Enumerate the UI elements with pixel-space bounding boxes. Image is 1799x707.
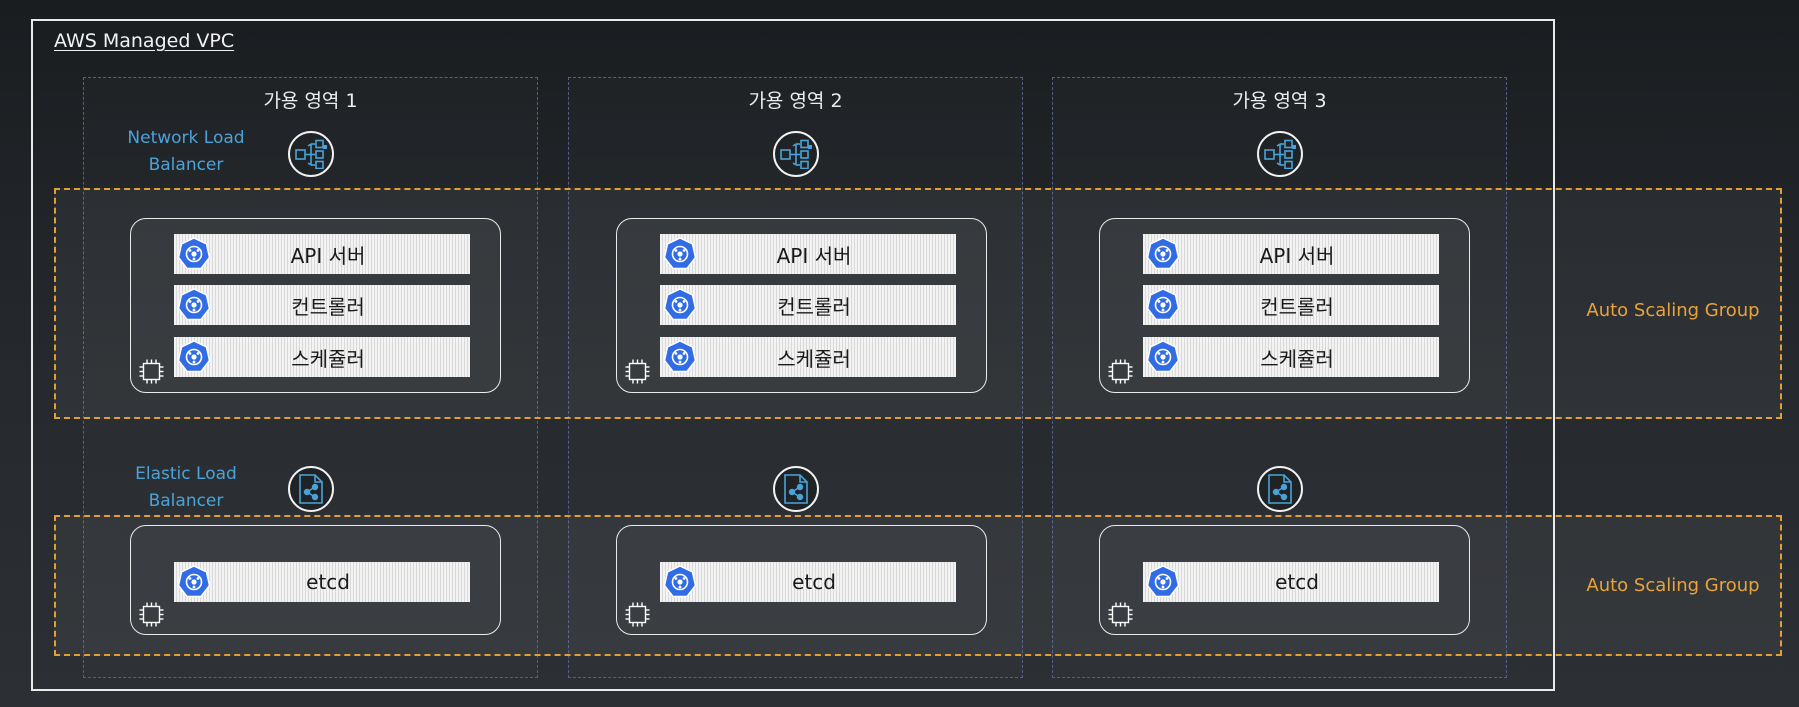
control-plane-component: 스케쥴러 bbox=[1143, 337, 1439, 377]
network-load-balancer-icon bbox=[1257, 131, 1303, 177]
etcd-component: etcd bbox=[660, 562, 956, 602]
elastic-load-balancer-icon bbox=[288, 466, 334, 512]
network-load-balancer-icon bbox=[773, 131, 819, 177]
component-label: etcd bbox=[306, 570, 350, 594]
control-plane-component: API 서버 bbox=[174, 234, 470, 274]
control-plane-component: API 서버 bbox=[1143, 234, 1439, 274]
control-plane-component: API 서버 bbox=[660, 234, 956, 274]
cpu-chip-icon bbox=[138, 358, 165, 385]
component-label: etcd bbox=[1275, 570, 1319, 594]
availability-zone-2-title: 가용 영역 2 bbox=[748, 90, 843, 112]
control-plane-component: 컨트롤러 bbox=[660, 285, 956, 325]
kubernetes-icon bbox=[1143, 234, 1183, 274]
control-plane-auto-scaling-group-label: Auto Scaling Group bbox=[1586, 300, 1760, 321]
component-label: API 서버 bbox=[290, 243, 366, 268]
component-label: API 서버 bbox=[1259, 243, 1335, 268]
component-label: API 서버 bbox=[776, 243, 852, 268]
availability-zone-3-title: 가용 영역 3 bbox=[1232, 90, 1327, 112]
kubernetes-icon bbox=[174, 337, 214, 377]
etcd-component: etcd bbox=[1143, 562, 1439, 602]
kubernetes-icon bbox=[660, 337, 700, 377]
cpu-chip-icon bbox=[1107, 358, 1134, 385]
cpu-chip-icon bbox=[624, 358, 651, 385]
elastic-load-balancer-icon bbox=[773, 466, 819, 512]
component-label: 스케쥴러 bbox=[1260, 346, 1334, 371]
cpu-chip-icon bbox=[624, 601, 651, 628]
elastic-load-balancer-icon bbox=[1257, 466, 1303, 512]
elastic-load-balancer-label: Elastic Load Balancer bbox=[135, 464, 237, 511]
component-label: etcd bbox=[792, 570, 836, 594]
component-label: 컨트롤러 bbox=[777, 294, 851, 319]
cpu-chip-icon bbox=[138, 601, 165, 628]
availability-zone-1-title: 가용 영역 1 bbox=[263, 90, 358, 112]
component-label: 컨트롤러 bbox=[1260, 294, 1334, 319]
kubernetes-icon bbox=[174, 285, 214, 325]
network-load-balancer-icon bbox=[288, 131, 334, 177]
etcd-auto-scaling-group-label: Auto Scaling Group bbox=[1586, 575, 1760, 596]
kubernetes-icon bbox=[1143, 562, 1183, 602]
kubernetes-icon bbox=[1143, 285, 1183, 325]
component-label: 스케쥴러 bbox=[777, 346, 851, 371]
control-plane-component: 컨트롤러 bbox=[1143, 285, 1439, 325]
cpu-chip-icon bbox=[1107, 601, 1134, 628]
control-plane-component: 스케쥴러 bbox=[174, 337, 470, 377]
component-label: 스케쥴러 bbox=[291, 346, 365, 371]
kubernetes-icon bbox=[174, 234, 214, 274]
vpc-title: AWS Managed VPC bbox=[54, 30, 235, 52]
kubernetes-icon bbox=[174, 562, 214, 602]
kubernetes-icon bbox=[660, 285, 700, 325]
kubernetes-icon bbox=[660, 562, 700, 602]
component-label: 컨트롤러 bbox=[291, 294, 365, 319]
control-plane-component: 컨트롤러 bbox=[174, 285, 470, 325]
etcd-component: etcd bbox=[174, 562, 470, 602]
kubernetes-icon bbox=[660, 234, 700, 274]
kubernetes-icon bbox=[1143, 337, 1183, 377]
control-plane-component: 스케쥴러 bbox=[660, 337, 956, 377]
network-load-balancer-label: Network Load Balancer bbox=[127, 128, 245, 175]
